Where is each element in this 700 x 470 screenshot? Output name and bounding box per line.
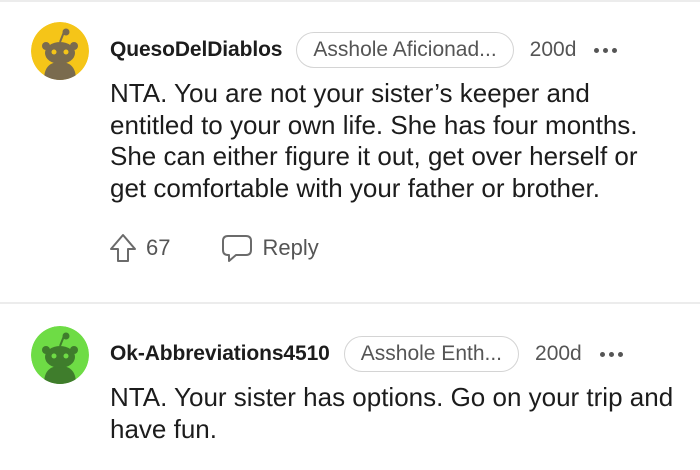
vote-count: 67: [146, 235, 171, 260]
comment-text: NTA. You are not your sister’s keeper an…: [110, 78, 638, 203]
more-options-icon[interactable]: [594, 32, 618, 68]
avatar[interactable]: [31, 326, 89, 384]
comment-text: NTA. Your sister has options. Go on your…: [110, 382, 674, 444]
comment-header: QuesoDelDiablos Asshole Aficionad... 200…: [110, 32, 680, 68]
reply-button[interactable]: Reply: [220, 233, 319, 263]
comment-actions: 67 Reply: [108, 230, 319, 266]
user-flair[interactable]: Asshole Aficionad...: [296, 32, 514, 68]
username[interactable]: Ok-Abbreviations4510: [110, 342, 330, 366]
upvote-icon[interactable]: [108, 232, 138, 264]
comment-age: 200d: [535, 342, 582, 365]
reply-icon: [220, 233, 254, 263]
username[interactable]: QuesoDelDiablos: [110, 38, 282, 62]
user-flair[interactable]: Asshole Enth...: [343, 336, 520, 372]
top-divider: [0, 0, 700, 2]
comment-divider: [0, 302, 700, 304]
comment-age: 200d: [529, 38, 577, 61]
snoo-avatar-icon: [31, 326, 89, 384]
avatar[interactable]: [31, 22, 89, 80]
comment-header: Ok-Abbreviations4510 Asshole Enth... 200…: [110, 336, 680, 372]
reply-label: Reply: [262, 235, 319, 260]
more-options-icon[interactable]: [599, 336, 623, 372]
snoo-avatar-icon: [31, 22, 89, 80]
